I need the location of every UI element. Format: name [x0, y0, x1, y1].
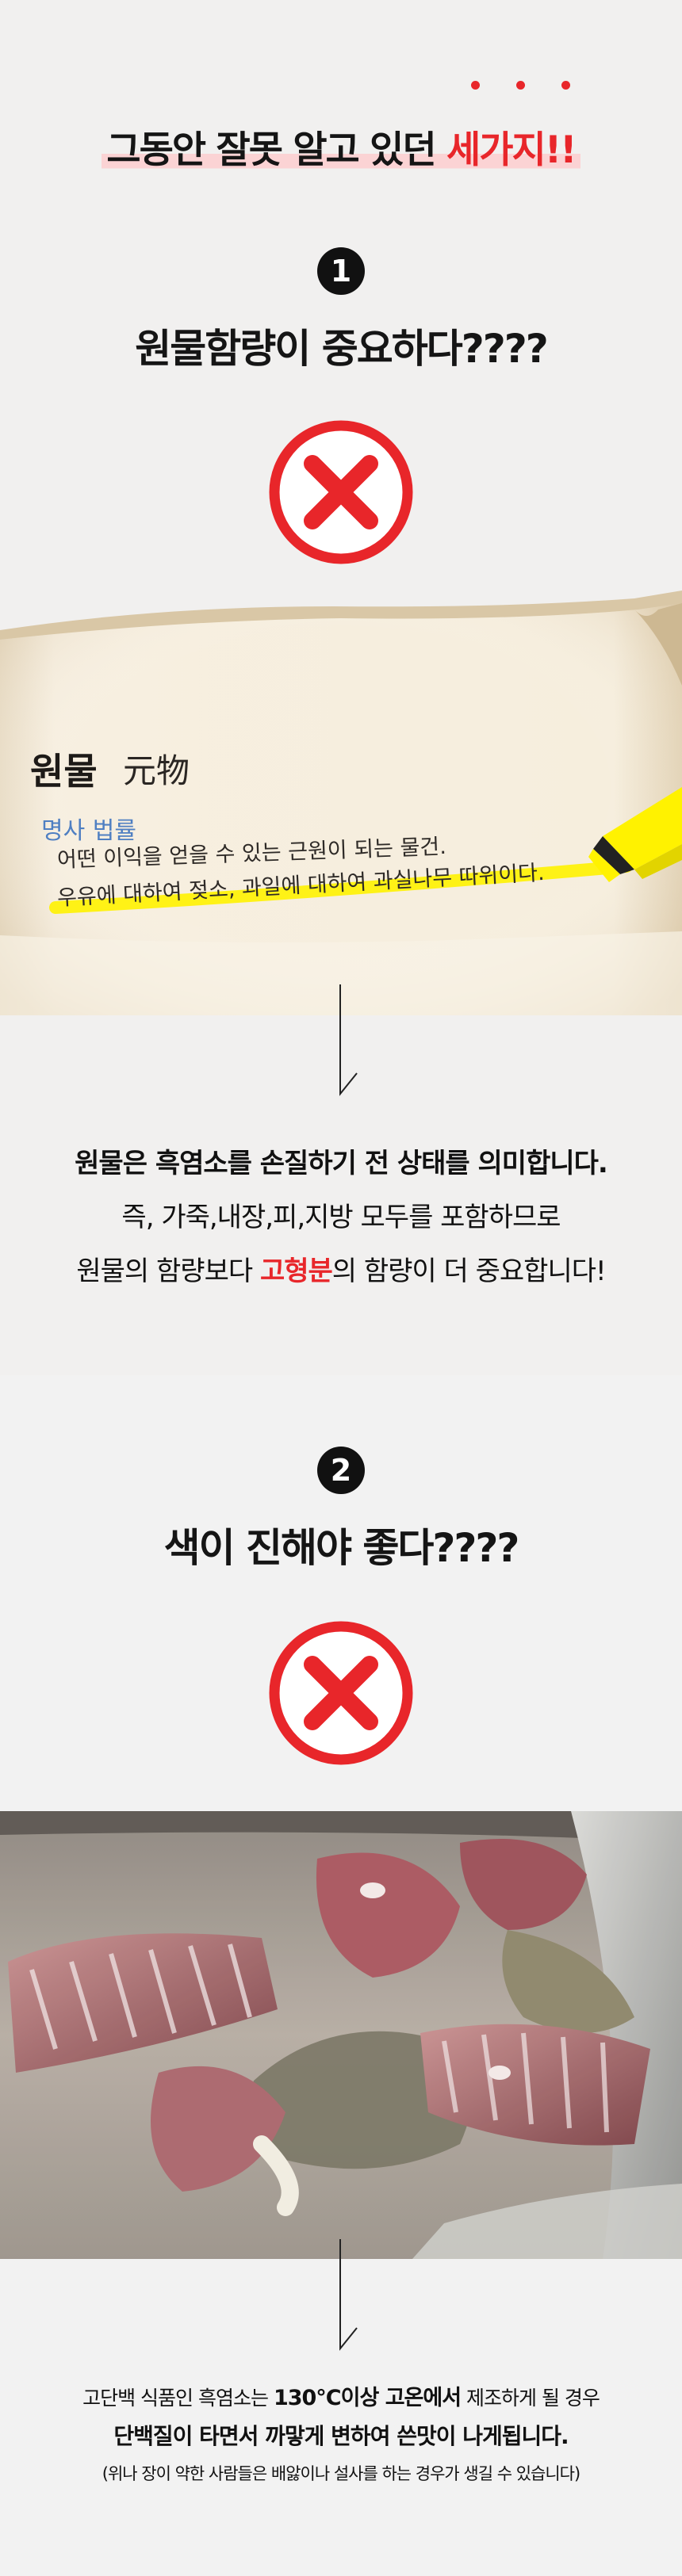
- page: 그동안 잘못 알고 있던 세가지!! 1 원물함량이 중요하다???? 원물 元…: [0, 0, 682, 2576]
- x-mark-icon: [269, 1621, 413, 1765]
- section-2: 2 색이 진해야 좋다???? 고단백 식품인 흑염소는 130°C이상 고온에…: [0, 1375, 682, 2576]
- dictionary-word: 원물: [27, 743, 101, 797]
- down-arrow-icon: [339, 2239, 358, 2351]
- book-graphic: [0, 590, 682, 1015]
- goat-meat-photo: [0, 1811, 682, 2259]
- section1-line2: 즉, 가죽,내장,피,지방 모두를 포함하므로: [121, 1202, 561, 1233]
- down-arrow-icon: [339, 984, 358, 1096]
- question-title-1: 원물함량이 중요하다????: [135, 326, 548, 372]
- section2-line1: 고단백 식품인 흑염소는 130°C이상 고온에서 제조하게 될 경우: [82, 2386, 600, 2410]
- dictionary-book-image: 원물 元物 명사 법률 어떤 이익을 얻을 수 있는 근원이 되는 물건. 우유…: [0, 575, 682, 1015]
- meat-in-water-image: [0, 1811, 682, 2259]
- section-1: 그동안 잘못 알고 있던 세가지!! 1 원물함량이 중요하다???? 원물 元…: [0, 0, 682, 1375]
- headline-text: 그동안 잘못 알고 있던: [106, 128, 447, 172]
- dictionary-hanja: 元物: [123, 751, 190, 790]
- number-badge-1: 1: [317, 247, 365, 295]
- headline-highlight: 세가지!!: [446, 128, 577, 172]
- question-title-2: 색이 진해야 좋다????: [163, 1525, 520, 1571]
- section1-line3: 원물의 함량보다 고형분의 함량이 더 중요합니다!: [76, 1256, 606, 1287]
- section1-line1: 원물은 흑염소를 손질하기 전 상태를 의미합니다.: [75, 1148, 608, 1179]
- page-headline: 그동안 잘못 알고 있던 세가지!!: [0, 119, 682, 174]
- emphasis-dots: [469, 81, 580, 97]
- number-badge-2: 2: [317, 1447, 365, 1494]
- section2-line2: 단백질이 타면서 까맣게 변하여 쓴맛이 나게됩니다.: [113, 2423, 569, 2449]
- x-mark-icon: [269, 420, 413, 564]
- section2-line3: (위나 장이 약한 사람들은 배앓이나 설사를 하는 경우가 생길 수 있습니다…: [102, 2464, 580, 2483]
